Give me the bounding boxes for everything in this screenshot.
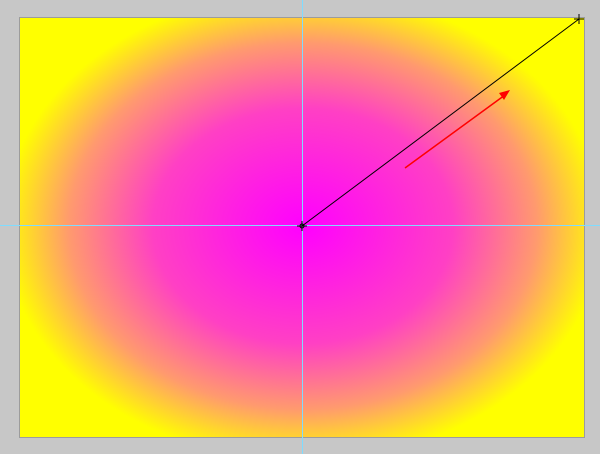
pasteboard [0,0,600,454]
